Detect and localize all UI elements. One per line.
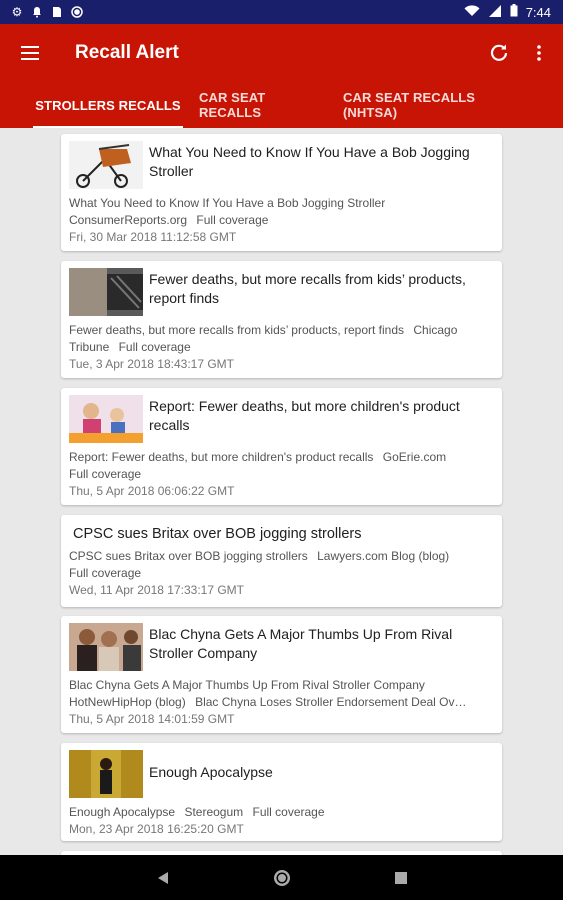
article-summary: Enough Apocalypse — [69, 805, 176, 819]
article-summary: Report: Fewer deaths, but more children'… — [69, 450, 374, 464]
tab-car-seat-recalls-nhtsa[interactable]: CAR SEAT RECALLS (NHTSA) — [343, 82, 523, 128]
article-card[interactable]: Report: Fewer deaths, but more children'… — [61, 388, 502, 505]
gear-icon: ⚙ — [11, 5, 23, 19]
back-icon[interactable] — [151, 866, 175, 890]
article-source: ConsumerReports.org — [69, 213, 188, 227]
article-date: Wed, 11 Apr 2018 17:33:17 GMT — [69, 583, 244, 597]
article-source: Lawyers.com Blog (blog) — [317, 549, 450, 563]
status-bar: ⚙ 7:44 — [0, 0, 563, 24]
circle-icon — [70, 5, 84, 19]
article-full-coverage-link[interactable]: Full coverage — [119, 340, 191, 354]
status-right-icons: 7:44 — [464, 4, 551, 20]
article-summary: Blac Chyna Gets A Major Thumbs Up From R… — [69, 678, 425, 692]
article-summary: What You Need to Know If You Have a Bob … — [69, 196, 386, 210]
article-title: CPSC sues Britax over BOB jogging stroll… — [73, 526, 362, 542]
overflow-menu-icon[interactable] — [519, 24, 559, 82]
article-title: Report: Fewer deaths, but more children'… — [149, 398, 460, 433]
article-title: What You Need to Know If You Have a Bob … — [149, 144, 470, 179]
article-date: Tue, 3 Apr 2018 18:43:17 GMT — [69, 357, 234, 371]
article-meta: Blac Chyna Gets A Major Thumbs Up From R… — [69, 677, 494, 711]
sim-icon — [50, 5, 64, 19]
home-icon[interactable] — [270, 866, 294, 890]
article-card[interactable]: Fewer deaths, but more recalls from kids… — [61, 261, 502, 378]
article-source: GoErie.com — [382, 450, 447, 464]
menu-icon[interactable] — [0, 24, 60, 82]
tab-bar: STROLLERS RECALLS CAR SEAT RECALLS CAR S… — [0, 82, 563, 128]
article-date: Mon, 23 Apr 2018 16:25:20 GMT — [69, 822, 244, 836]
article-full-coverage-link[interactable]: Full coverage — [252, 805, 324, 819]
article-date: Thu, 5 Apr 2018 06:06:22 GMT — [69, 484, 235, 498]
article-title: Blac Chyna Gets A Major Thumbs Up From R… — [149, 626, 453, 661]
system-nav-bar — [0, 855, 563, 900]
app-bar: Recall Alert STROLLERS RECALLS CAR SEAT … — [0, 24, 563, 128]
article-meta: CPSC sues Britax over BOB jogging stroll… — [69, 548, 494, 582]
status-time: 7:44 — [525, 4, 551, 20]
article-card[interactable]: Blac Chyna Gets A Major Thumbs Up From R… — [61, 616, 502, 733]
article-thumbnail — [69, 750, 143, 798]
article-meta: Report: Fewer deaths, but more children'… — [69, 449, 494, 483]
article-full-coverage-link[interactable]: Full coverage — [196, 213, 268, 227]
article-thumbnail — [69, 141, 143, 189]
tab-car-seat-recalls[interactable]: CAR SEAT RECALLS — [199, 82, 319, 128]
article-thumbnail — [69, 623, 143, 671]
article-source: HotNewHipHop (blog) — [69, 695, 186, 709]
article-title: Enough Apocalypse — [149, 764, 273, 780]
tab-strollers-recalls[interactable]: STROLLERS RECALLS — [33, 82, 183, 128]
app-title: Recall Alert — [75, 42, 179, 63]
status-left-icons: ⚙ — [10, 5, 84, 19]
article-card[interactable]: What You Need to Know If You Have a Bob … — [61, 134, 502, 251]
article-card[interactable]: Enough Apocalypse Enough Apocalypse Ster… — [61, 743, 502, 841]
article-full-coverage-link[interactable]: Full coverage — [69, 565, 494, 582]
article-source: Stereogum — [184, 805, 244, 819]
related-article-link[interactable]: Blac Chyna Loses Stroller Endorsement De… — [195, 695, 466, 709]
battery-icon — [510, 4, 518, 20]
wifi-icon — [464, 4, 480, 20]
article-date: Thu, 5 Apr 2018 14:01:59 GMT — [69, 712, 235, 726]
refresh-icon[interactable] — [479, 24, 519, 82]
article-summary: Fewer deaths, but more recalls from kids… — [69, 323, 405, 337]
recents-icon[interactable] — [389, 866, 413, 890]
signal-icon — [488, 4, 502, 20]
article-card[interactable]: CPSC sues Britax over BOB jogging stroll… — [61, 515, 502, 607]
article-meta: Enough Apocalypse Stereogum Full coverag… — [69, 804, 494, 821]
article-date: Fri, 30 Mar 2018 11:12:58 GMT — [69, 230, 237, 244]
article-full-coverage-link[interactable]: Full coverage — [69, 466, 494, 483]
article-title: Fewer deaths, but more recalls from kids… — [149, 271, 466, 306]
article-thumbnail — [69, 268, 143, 316]
toolbar: Recall Alert — [0, 24, 563, 82]
bell-icon — [30, 5, 44, 19]
article-thumbnail — [69, 395, 143, 443]
article-meta: What You Need to Know If You Have a Bob … — [69, 195, 494, 229]
article-meta: Fewer deaths, but more recalls from kids… — [69, 322, 494, 356]
article-summary: CPSC sues Britax over BOB jogging stroll… — [69, 549, 308, 563]
article-list: What You Need to Know If You Have a Bob … — [0, 128, 563, 855]
